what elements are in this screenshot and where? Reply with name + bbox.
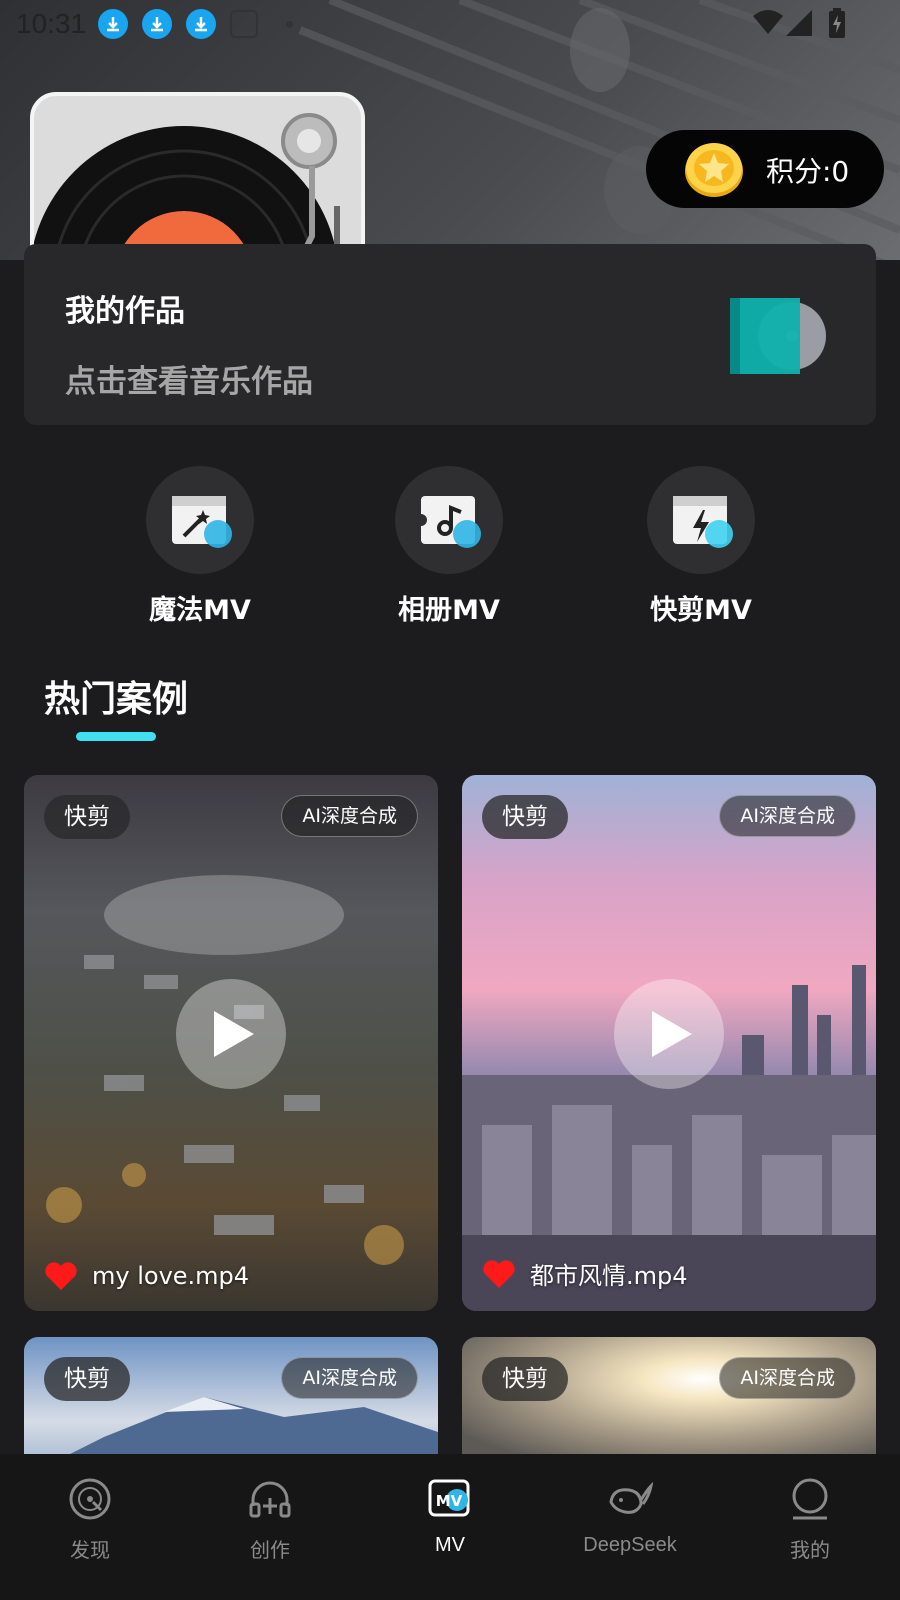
profile-icon — [792, 1478, 828, 1520]
nav-label: 我的 — [790, 1540, 830, 1562]
case-name: 都市风情.mp4 — [530, 1262, 688, 1290]
card-footer: my love.mp4 — [44, 1261, 249, 1291]
feature-icon-circle — [647, 466, 755, 574]
nav-label: 创作 — [250, 1540, 290, 1562]
play-button[interactable] — [176, 979, 286, 1089]
points-badge[interactable]: 积分:0 — [646, 130, 884, 208]
case-card[interactable]: 快剪 AI深度合成 my love.mp4 — [24, 775, 438, 1311]
nav-label: DeepSeek — [583, 1534, 677, 1556]
album-mv-button[interactable]: 相册MV — [369, 466, 529, 627]
play-button[interactable] — [614, 979, 724, 1089]
play-icon — [652, 1011, 692, 1057]
lightning-icon — [673, 496, 733, 548]
feature-label: 魔法MV — [149, 595, 251, 626]
case-tag: 快剪 — [482, 1357, 568, 1401]
nav-discover[interactable]: 发现 — [15, 1476, 165, 1563]
case-tag: 快剪 — [44, 795, 130, 839]
magic-wand-icon — [172, 496, 232, 548]
mv-icon: MV — [428, 1479, 470, 1517]
headphones-icon — [249, 1481, 291, 1518]
nav-deepseek[interactable]: DeepSeek — [555, 1476, 705, 1557]
ai-badge: AI深度合成 — [281, 795, 418, 837]
case-card[interactable]: 快剪 AI深度合成 都市风情.mp4 — [462, 775, 876, 1311]
notification-dot-icon — [286, 21, 293, 28]
magic-mv-button[interactable]: 魔法MV — [120, 466, 280, 627]
coin-icon — [685, 143, 743, 197]
turntable-illustration — [30, 92, 365, 252]
download-icon — [98, 9, 128, 39]
case-name: my love.mp4 — [92, 1262, 250, 1290]
svg-text:MV: MV — [436, 1492, 463, 1510]
paw-icon — [230, 10, 258, 38]
nav-profile[interactable]: 我的 — [735, 1476, 885, 1563]
works-subtitle: 点击查看音乐作品 — [65, 364, 313, 400]
case-tag: 快剪 — [482, 795, 568, 839]
music-works-icon — [730, 298, 826, 374]
play-icon — [214, 1011, 254, 1057]
nav-label: MV — [435, 1534, 465, 1556]
feature-icon-circle — [146, 466, 254, 574]
whale-icon — [609, 1481, 653, 1514]
download-icon — [142, 9, 172, 39]
bottom-navigation: 发现 创作 MV MV DeepSeek 我的 — [0, 1454, 900, 1600]
points-label: 积分:0 — [766, 155, 850, 188]
battery-icon — [829, 8, 845, 38]
my-works-card[interactable]: 我的作品 点击查看音乐作品 — [24, 244, 876, 425]
nav-create[interactable]: 创作 — [195, 1476, 345, 1563]
case-tag: 快剪 — [44, 1357, 130, 1401]
heart-icon[interactable] — [44, 1261, 78, 1291]
quick-cut-mv-button[interactable]: 快剪MV — [621, 466, 781, 627]
nav-mv[interactable]: MV MV — [375, 1476, 525, 1557]
ai-badge: AI深度合成 — [719, 795, 856, 837]
disc-icon — [69, 1478, 111, 1520]
works-title: 我的作品 — [65, 294, 185, 329]
music-note-icon — [419, 496, 481, 548]
feature-icon-circle — [395, 466, 503, 574]
ai-badge: AI深度合成 — [281, 1357, 418, 1399]
card-footer: 都市风情.mp4 — [482, 1256, 688, 1291]
ai-badge: AI深度合成 — [719, 1357, 856, 1399]
feature-label: 相册MV — [398, 595, 500, 626]
nav-label: 发现 — [70, 1540, 110, 1562]
signal-icon — [786, 10, 812, 36]
wifi-icon — [753, 10, 783, 34]
status-time: 10:31 — [16, 8, 87, 39]
feature-label: 快剪MV — [650, 595, 752, 626]
section-tab-indicator — [76, 732, 156, 741]
download-icon — [186, 9, 216, 39]
heart-icon[interactable] — [482, 1259, 516, 1289]
section-title[interactable]: 热门案例 — [44, 670, 188, 722]
status-bar: 10:31 — [0, 0, 900, 48]
